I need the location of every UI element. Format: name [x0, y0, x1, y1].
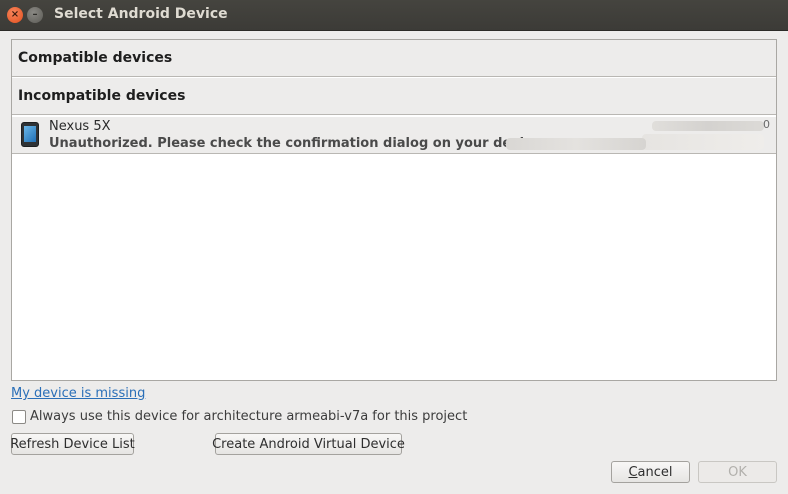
close-window-button[interactable]: × [7, 7, 23, 23]
phone-icon [21, 122, 39, 147]
redacted-serial-region [652, 121, 764, 131]
minimize-window-button[interactable]: – [27, 7, 43, 23]
always-use-device-label[interactable]: Always use this device for architecture … [30, 409, 467, 424]
cancel-mnemonic: C [628, 464, 638, 480]
refresh-device-list-button[interactable]: Refresh Device List [10, 433, 135, 455]
cancel-label: ancel [637, 464, 673, 480]
device-row-nexus-5x[interactable]: Nexus 5X Unauthorized. Please check the … [12, 117, 776, 154]
compatible-devices-header[interactable]: Compatible devices [12, 40, 776, 77]
always-use-device-checkbox[interactable] [12, 410, 26, 424]
device-list-panel: Compatible devices Incompatible devices … [11, 39, 777, 381]
redacted-serial-region [506, 138, 646, 150]
minimize-icon: – [32, 9, 38, 20]
redacted-serial-fragment: 0 [763, 118, 770, 131]
create-avd-button[interactable]: Create Android Virtual Device [212, 433, 405, 455]
device-name: Nexus 5X [49, 119, 111, 134]
redacted-serial-region [642, 134, 764, 150]
window-title: Select Android Device [54, 6, 228, 22]
close-icon: × [10, 9, 20, 20]
device-missing-link[interactable]: My device is missing [11, 386, 145, 401]
cancel-button[interactable]: Cancel [611, 461, 690, 483]
incompatible-devices-header[interactable]: Incompatible devices [12, 78, 776, 115]
ok-button[interactable]: OK [698, 461, 777, 483]
title-bar: × – Select Android Device [0, 0, 788, 31]
device-status: Unauthorized. Please check the confirmat… [49, 136, 541, 151]
